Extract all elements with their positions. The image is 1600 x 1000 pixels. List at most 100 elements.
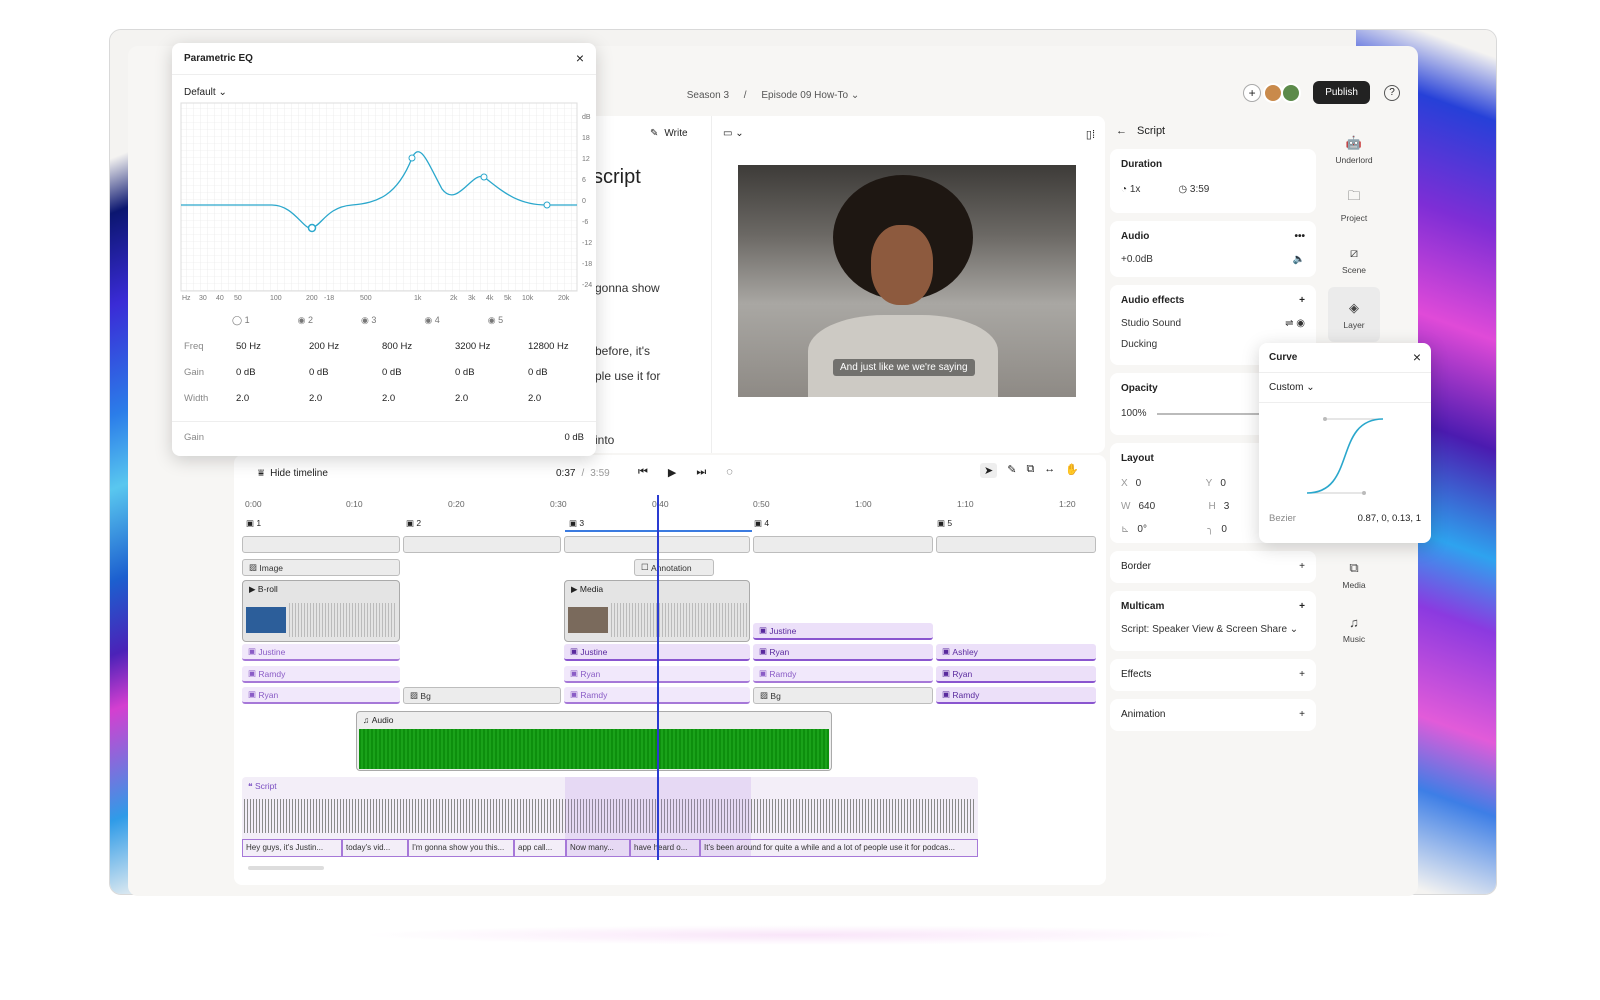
trim-tool-icon[interactable]: ⧉ xyxy=(1026,463,1034,478)
eq-band-handle[interactable] xyxy=(480,173,488,181)
effects-card[interactable]: Effects + xyxy=(1110,659,1316,691)
write-button[interactable]: ✎ Write xyxy=(650,128,688,139)
more-options-icon[interactable]: ••• xyxy=(1294,231,1305,242)
animation-card[interactable]: Animation + xyxy=(1110,699,1316,731)
panel-toggle-icon[interactable]: ▯⁞ xyxy=(1086,128,1095,141)
bg-clip[interactable]: ▨ Bg xyxy=(403,687,561,704)
studio-sound-label[interactable]: Studio Sound xyxy=(1121,318,1181,329)
speaker-clip[interactable]: ▣ Justine xyxy=(242,644,400,661)
volume-icon[interactable]: 🔈 xyxy=(1293,254,1305,265)
loop-icon[interactable]: ◌ xyxy=(726,466,733,479)
freq-value[interactable]: 3200 Hz xyxy=(455,341,528,367)
script-word[interactable]: It's been around for quite a while and a… xyxy=(700,839,978,857)
audio-clip[interactable]: ♫ Audio xyxy=(356,711,832,771)
band-toggle[interactable]: ◉ 2 xyxy=(298,315,313,326)
gain-value[interactable]: 0 dB xyxy=(455,367,528,393)
hide-timeline-button[interactable]: ⩸ Hide timeline xyxy=(258,468,328,479)
add-effect-icon[interactable]: + xyxy=(1299,295,1305,306)
script-line[interactable]: gonna show xyxy=(595,281,660,295)
scene-marker[interactable]: ▣ 3 xyxy=(569,518,584,529)
h-field[interactable]: 3 xyxy=(1224,501,1230,512)
play-icon[interactable]: ▶ xyxy=(668,466,676,479)
gain-value[interactable]: 0 dB xyxy=(528,367,548,393)
gain-value[interactable]: 0 dB xyxy=(382,367,455,393)
scene-clip[interactable] xyxy=(753,536,933,553)
script-word[interactable]: Now many... xyxy=(566,839,630,857)
script-line[interactable]: before, it's xyxy=(595,344,650,358)
script-word[interactable]: I'm gonna show you this... xyxy=(408,839,514,857)
studio-sound-toggle[interactable]: ⇌ ◉ xyxy=(1285,318,1305,329)
breadcrumb-episode[interactable]: Episode 09 How-To ⌄ xyxy=(761,90,859,101)
output-gain-value[interactable]: 0 dB xyxy=(564,432,584,443)
image-clip[interactable]: ▨ Image xyxy=(242,559,400,576)
freq-value[interactable]: 12800 Hz xyxy=(528,341,569,367)
add-collaborator-icon[interactable]: + xyxy=(1243,83,1262,102)
annotation-clip[interactable]: ☐ Annotation xyxy=(634,559,714,576)
ducking-label[interactable]: Ducking xyxy=(1121,339,1157,350)
band-toggle[interactable]: ◉ 4 xyxy=(424,315,439,326)
script-line[interactable]: ple use it for xyxy=(595,369,660,383)
avatar[interactable] xyxy=(1281,82,1302,103)
pen-tool-icon[interactable]: ✎ xyxy=(1007,463,1016,478)
x-field[interactable]: 0 xyxy=(1136,478,1198,489)
script-word[interactable]: today's vid... xyxy=(342,839,408,857)
add-animation-icon[interactable]: + xyxy=(1299,709,1305,720)
breadcrumb-season[interactable]: Season 3 xyxy=(687,90,729,101)
script-word[interactable]: Hey guys, it's Justin... xyxy=(242,839,342,857)
bezier-handle[interactable] xyxy=(1362,491,1366,495)
duration-control[interactable]: ◷ 3:59 xyxy=(1178,184,1209,195)
audio-gain[interactable]: +0.0dB xyxy=(1121,254,1153,265)
rotation-field[interactable]: 0° xyxy=(1137,524,1199,535)
script-line[interactable]: into xyxy=(595,433,614,447)
scene-marker[interactable]: ▣ 1 xyxy=(246,518,261,529)
broll-clip[interactable]: ▶ B-roll xyxy=(242,580,400,642)
gain-value[interactable]: 0 dB xyxy=(309,367,382,393)
bezier-handle[interactable] xyxy=(1323,417,1327,421)
add-border-icon[interactable]: + xyxy=(1299,561,1305,572)
bezier-value[interactable]: 0.87, 0, 0.13, 1 xyxy=(1358,513,1421,524)
scene-clip[interactable] xyxy=(936,536,1096,553)
width-value[interactable]: 2.0 xyxy=(528,393,541,419)
scene-clip[interactable] xyxy=(242,536,400,553)
script-word[interactable]: have heard o... xyxy=(630,839,700,857)
band-toggle[interactable]: ◉ 3 xyxy=(361,315,376,326)
speaker-clip[interactable]: ▣ Ryan xyxy=(753,644,933,661)
width-value[interactable]: 2.0 xyxy=(455,393,528,419)
multicam-dropdown[interactable]: Script: Speaker View & Screen Share ⌄ xyxy=(1121,624,1298,635)
add-multicam-icon[interactable]: + xyxy=(1299,601,1305,612)
eq-graph[interactable] xyxy=(172,101,596,316)
close-icon[interactable]: × xyxy=(1413,350,1421,364)
rail-music[interactable]: ♫ Music xyxy=(1328,602,1380,657)
stretch-tool-icon[interactable]: ↔ xyxy=(1044,463,1055,478)
y-field[interactable]: 0 xyxy=(1220,478,1226,489)
eq-band-handle[interactable] xyxy=(307,223,317,233)
opacity-value[interactable]: 100% xyxy=(1121,408,1147,419)
speaker-clip[interactable]: ▣ Ryan xyxy=(242,687,400,704)
scene-marker[interactable]: ▣ 5 xyxy=(937,518,952,529)
skip-back-icon[interactable]: ⏮ xyxy=(638,466,648,479)
freq-value[interactable]: 800 Hz xyxy=(382,341,455,367)
speaker-clip[interactable]: ▣ Ashley xyxy=(936,644,1096,661)
speaker-clip[interactable]: ▣ Justine xyxy=(753,623,933,640)
speaker-clip[interactable]: ▣ Ramdy xyxy=(936,687,1096,704)
back-arrow-icon[interactable]: ← xyxy=(1116,125,1127,137)
close-icon[interactable]: × xyxy=(576,51,584,65)
curve-preset-dropdown[interactable]: Custom ⌄ xyxy=(1259,373,1431,403)
rail-underlord[interactable]: 🤖 Underlord xyxy=(1328,122,1380,177)
band-toggle[interactable]: ◯ 1 xyxy=(232,315,250,326)
width-value[interactable]: 2.0 xyxy=(382,393,455,419)
border-card[interactable]: Border + xyxy=(1110,551,1316,583)
bg-clip[interactable]: ▨ Bg xyxy=(753,687,933,704)
rail-project[interactable]: 🗀 Project xyxy=(1328,177,1380,232)
scene-marker[interactable]: ▣ 4 xyxy=(754,518,769,529)
speaker-clip[interactable]: ▣ Ramdy xyxy=(242,666,400,683)
video-preview[interactable]: And just like we we're saying xyxy=(738,165,1076,397)
freq-value[interactable]: 50 Hz xyxy=(236,341,309,367)
add-effects-icon[interactable]: + xyxy=(1299,669,1305,680)
rail-layer[interactable]: ◈ Layer xyxy=(1328,287,1380,342)
publish-button[interactable]: Publish xyxy=(1313,81,1370,104)
layout-dropdown[interactable]: ▭ ⌄ xyxy=(723,128,744,139)
speaker-clip[interactable]: ▣ Ramdy xyxy=(753,666,933,683)
speaker-clip[interactable]: ▣ Ryan xyxy=(936,666,1096,683)
w-field[interactable]: 640 xyxy=(1138,501,1200,512)
